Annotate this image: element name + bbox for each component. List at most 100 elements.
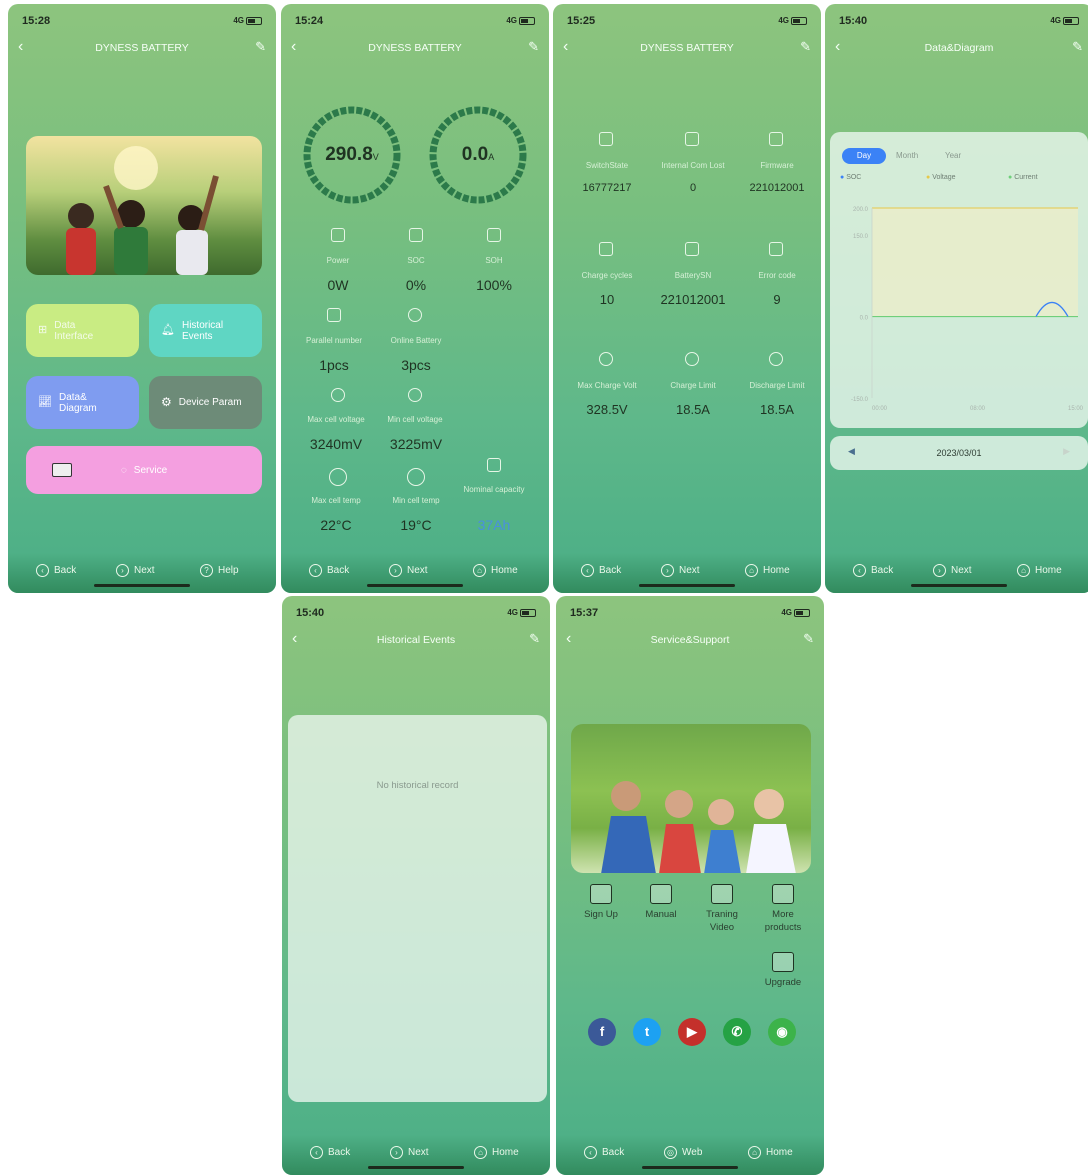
voltage-value: 290.8: [325, 144, 373, 165]
phone-screen-data-diagram: 15:40 4G ‹ Data&Diagram ✎ Day Month Year…: [825, 4, 1088, 593]
next-button[interactable]: › Next: [116, 564, 155, 577]
next-date-icon[interactable]: ▶: [1063, 446, 1070, 457]
home-button[interactable]: ⌂ Home: [748, 1146, 793, 1159]
status-time: 15:25: [567, 15, 596, 27]
y-tick-label: 0.0: [860, 316, 869, 322]
empty-state-text: No historical record: [376, 780, 459, 791]
phone-screen-dashboard: 15:24 4G ‹ DYNESS BATTERY ✎ 290.8V 0.0A …: [281, 4, 549, 593]
edit-icon[interactable]: ✎: [1072, 39, 1083, 55]
data-interface-tile[interactable]: ⊞ Data Interface: [26, 304, 139, 357]
battery-icon: [794, 608, 810, 617]
back-icon: ‹: [36, 564, 49, 577]
metric-value: 3240mV: [309, 436, 363, 452]
help-button[interactable]: ? Help: [200, 564, 239, 577]
param-value: 16777217: [582, 182, 632, 194]
phone-screen-service-support: 15:37 4G ‹ Service&Support ✎ Sign Up Manu…: [556, 596, 824, 1175]
edit-icon[interactable]: ✎: [803, 631, 814, 647]
next-button[interactable]: › Next: [390, 1146, 429, 1159]
home-icon: ⌂: [748, 1146, 761, 1159]
home-indicator: [639, 584, 735, 587]
next-button[interactable]: › Next: [389, 564, 428, 577]
switch-state-icon: [599, 132, 613, 146]
edit-icon[interactable]: ✎: [800, 39, 811, 55]
back-button[interactable]: ‹ Back: [581, 564, 621, 577]
back-icon: ‹: [584, 1146, 597, 1159]
current-readout: 0.0A: [427, 144, 529, 166]
whatsapp-icon[interactable]: ✆: [723, 1018, 751, 1046]
sign-up-icon: [590, 884, 612, 904]
tab-year[interactable]: Year: [945, 151, 961, 160]
web-button[interactable]: ◎ Web: [664, 1146, 702, 1159]
date-picker: ◀ 2023/03/01 ▶: [830, 436, 1088, 470]
back-label: Back: [327, 565, 350, 576]
voltage-area: [872, 208, 1078, 317]
metric-value: 0%: [405, 277, 427, 293]
legend-label: Voltage: [932, 174, 956, 181]
more-products-icon: [772, 884, 794, 904]
next-button[interactable]: › Next: [933, 564, 972, 577]
tile-label: Historical Events: [181, 319, 224, 342]
battery-icon: [1063, 16, 1079, 25]
help-icon: ?: [200, 564, 213, 577]
kids-photo: [26, 136, 262, 275]
support-action-3[interactable]: More products: [754, 884, 812, 934]
status-bar: 15:24 4G: [281, 4, 549, 34]
back-button[interactable]: ‹ Back: [584, 1146, 624, 1159]
edit-icon[interactable]: ✎: [529, 631, 540, 647]
legend-current: ● Current: [1008, 174, 1038, 181]
next-button[interactable]: › Next: [661, 564, 700, 577]
home-button[interactable]: ⌂ Home: [473, 564, 518, 577]
home-icon: ⌂: [745, 564, 758, 577]
support-action-4[interactable]: Upgrade: [754, 952, 812, 989]
nav-bar: ‹ Data&Diagram ✎: [825, 34, 1088, 62]
back-button[interactable]: ‹ Back: [310, 1146, 350, 1159]
battery-icon: [519, 16, 535, 25]
param-value: 9: [773, 292, 781, 307]
edit-icon[interactable]: ✎: [528, 39, 539, 55]
max-voltage-icon: [331, 388, 345, 402]
status-time: 15:37: [570, 607, 599, 619]
home-button[interactable]: ⌂ Home: [474, 1146, 519, 1159]
support-action-0[interactable]: Sign Up: [572, 884, 630, 921]
min-temp-icon: [407, 468, 425, 486]
next-label: Next: [408, 1147, 429, 1158]
network-label: 4G: [1050, 16, 1061, 25]
network-label: 4G: [507, 608, 518, 617]
tab-month[interactable]: Month: [896, 151, 918, 160]
edit-icon[interactable]: ✎: [255, 39, 266, 55]
discharge-limit-icon: [769, 352, 783, 366]
param-value: 328.5V: [586, 402, 628, 417]
param-value: 18.5A: [676, 402, 710, 417]
x-tick-label: 00:00: [872, 406, 888, 412]
historical-events-tile[interactable]: 🔔︎ Historical Events: [149, 304, 262, 357]
back-icon: ‹: [853, 564, 866, 577]
status-bar: 15:40 4G: [282, 596, 550, 626]
support-action-1[interactable]: Manual: [632, 884, 690, 921]
metric-value: 0W: [327, 277, 349, 293]
facebook-icon[interactable]: f: [588, 1018, 616, 1046]
tab-day[interactable]: Day: [842, 148, 886, 164]
metric-label: Max cell voltage: [307, 415, 365, 424]
back-button[interactable]: ‹ Back: [853, 564, 893, 577]
home-button[interactable]: ⌂ Home: [1017, 564, 1062, 577]
back-icon: ‹: [310, 1146, 323, 1159]
signal-indicator: 4G: [506, 16, 535, 25]
home-button[interactable]: ⌂ Home: [745, 564, 790, 577]
support-action-2[interactable]: Traning Video: [693, 884, 751, 934]
x-tick-label: 15:00: [1068, 406, 1084, 412]
charge-limit-icon: [685, 352, 699, 366]
youtube-icon[interactable]: ▶: [678, 1018, 706, 1046]
back-button[interactable]: ‹ Back: [309, 564, 349, 577]
status-time: 15:40: [839, 15, 868, 27]
device-param-tile[interactable]: ⚙ Device Param: [149, 376, 262, 429]
back-button[interactable]: ‹ Back: [36, 564, 76, 577]
status-bar: 15:37 4G: [556, 596, 824, 626]
service-tile[interactable]: ◌ Service: [26, 446, 262, 494]
next-label: Next: [407, 565, 428, 576]
wechat-icon[interactable]: ◉: [768, 1018, 796, 1046]
tile-label: Data& Diagram: [58, 391, 97, 414]
data-diagram-tile[interactable]: 📈︎ Data& Diagram: [26, 376, 139, 429]
twitter-icon[interactable]: t: [633, 1018, 661, 1046]
nav-bar: ‹ DYNESS BATTERY ✎: [553, 34, 821, 62]
training-video-icon: [711, 884, 733, 904]
